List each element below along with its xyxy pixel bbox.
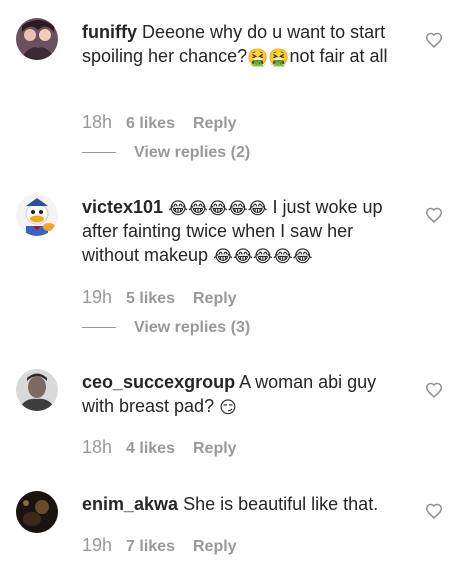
tears-of-joy-emoji: 😂 xyxy=(213,247,233,266)
comment-text: ceo_succexgroup A woman abi guy with bre… xyxy=(82,370,400,418)
view-replies-label: View replies (3) xyxy=(134,319,251,336)
smirking-emoji: 😏 xyxy=(219,398,237,417)
likes-count[interactable]: 7 likes xyxy=(126,538,175,555)
comment-text: funiffy Deeone why do u want to start sp… xyxy=(82,20,400,68)
reply-button[interactable]: Reply xyxy=(193,290,237,307)
divider xyxy=(82,152,116,154)
view-replies-button[interactable]: View replies (3) xyxy=(82,318,250,338)
avatar[interactable] xyxy=(16,18,58,60)
heart-outline-icon[interactable] xyxy=(425,32,443,48)
comment-body: not fair at all xyxy=(289,46,388,66)
divider xyxy=(82,327,116,329)
donald-duck-avatar[interactable] xyxy=(16,194,58,236)
tears-of-joy-emoji: 😂 xyxy=(207,199,228,218)
heart-outline-icon[interactable] xyxy=(425,382,443,398)
tears-of-joy-emoji: 😂 xyxy=(187,199,208,218)
tears-of-joy-emoji: 😂 xyxy=(247,199,268,218)
tears-of-joy-emoji: 😂 xyxy=(232,247,253,266)
tears-of-joy-emoji: 😂 xyxy=(272,247,293,266)
likes-count[interactable]: 6 likes xyxy=(126,115,175,132)
nauseated-emoji: 🤮 xyxy=(268,48,290,67)
comment-text: victex101 😂😂😂😂😂 I just woke up after fai… xyxy=(82,195,400,267)
comment-meta: 19h 5 likes Reply xyxy=(82,286,237,308)
likes-count[interactable]: 5 likes xyxy=(126,290,175,307)
username[interactable]: victex101 xyxy=(82,197,163,217)
timestamp: 18h xyxy=(82,112,113,132)
tears-of-joy-emoji: 😂 xyxy=(227,199,248,218)
heart-outline-icon[interactable] xyxy=(425,503,443,519)
username[interactable]: enim_akwa xyxy=(82,494,178,514)
reply-button[interactable]: Reply xyxy=(193,538,237,555)
view-replies-label: View replies (2) xyxy=(134,144,251,161)
avatar[interactable] xyxy=(16,369,58,411)
comment-body: She is beautiful like that. xyxy=(183,494,379,514)
comment-meta: 18h 4 likes Reply xyxy=(82,436,237,458)
timestamp: 19h xyxy=(82,287,113,307)
heart-outline-icon[interactable] xyxy=(425,207,443,223)
tears-of-joy-emoji: 😂 xyxy=(168,199,188,218)
comment-meta: 18h 6 likes Reply xyxy=(82,111,237,133)
reply-button[interactable]: Reply xyxy=(193,115,237,132)
likes-count[interactable]: 4 likes xyxy=(126,440,175,457)
username[interactable]: funiffy xyxy=(82,22,137,42)
reply-button[interactable]: Reply xyxy=(193,440,237,457)
tears-of-joy-emoji: 😂 xyxy=(252,247,273,266)
avatar[interactable] xyxy=(16,491,58,533)
comment-text: enim_akwa She is beautiful like that. xyxy=(82,492,400,516)
username[interactable]: ceo_succexgroup xyxy=(82,372,235,392)
comment-meta: 19h 7 likes Reply xyxy=(82,534,237,556)
nauseated-emoji: 🤮 xyxy=(247,48,269,67)
timestamp: 19h xyxy=(82,535,113,555)
view-replies-button[interactable]: View replies (2) xyxy=(82,143,250,163)
tears-of-joy-emoji: 😂 xyxy=(292,247,313,266)
timestamp: 18h xyxy=(82,437,113,457)
